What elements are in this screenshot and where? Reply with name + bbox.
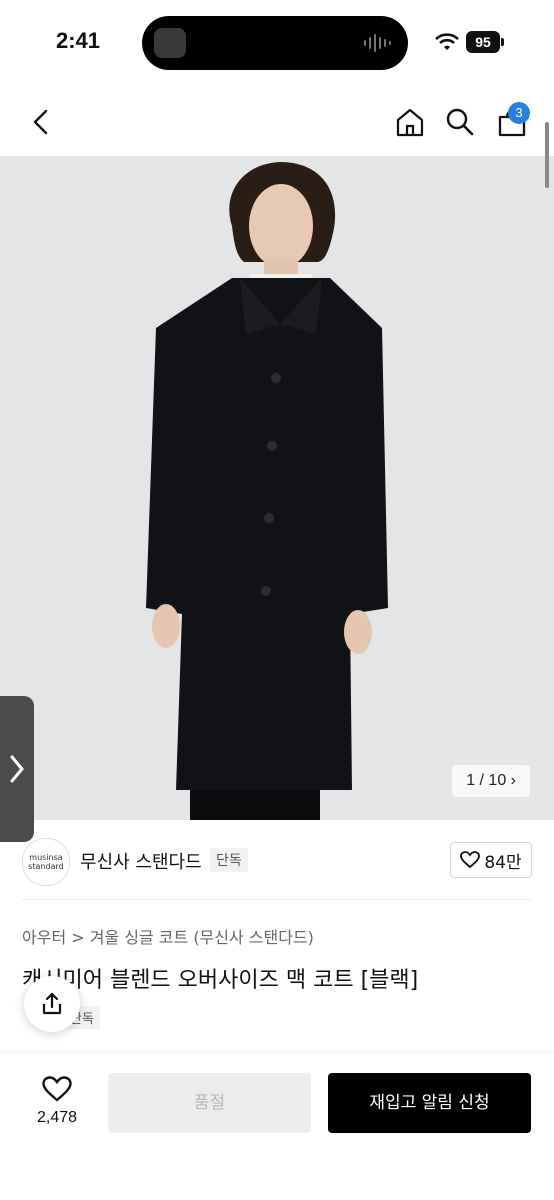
island-app-icon (154, 28, 186, 58)
product-title: 캐시미어 블렌드 오버사이즈 맥 코트 [블랙] (22, 968, 419, 993)
cart-count-badge: 3 (508, 102, 530, 124)
brand-exclusive-badge: 단독 (210, 848, 248, 872)
restock-alert-button[interactable]: 재입고 알림 신청 (328, 1073, 531, 1133)
coat-model-illustration (0, 156, 554, 820)
share-button[interactable] (24, 976, 80, 1032)
brand-logo[interactable]: musinsa standard (22, 838, 70, 886)
product-image[interactable] (0, 156, 554, 820)
bottom-action-bar: 2,478 품절 재입고 알림 신청 (0, 1054, 554, 1200)
brand-logo-line2: standard (28, 862, 64, 871)
brand-name[interactable]: 무신사 스탠다드 (80, 848, 202, 874)
wishlist-button[interactable]: 2,478 (28, 1076, 86, 1127)
status-bar: 2:41 95 (0, 0, 554, 88)
home-button[interactable] (390, 102, 430, 142)
brand-like-count: 84만 (484, 852, 522, 873)
chevron-left-icon (33, 109, 48, 135)
wishlist-count: 2,478 (36, 1109, 78, 1126)
home-icon (396, 108, 424, 137)
back-button[interactable] (22, 102, 62, 142)
chevron-right-icon (10, 755, 24, 783)
heart-icon (42, 1076, 72, 1102)
share-icon (42, 992, 62, 1015)
battery-tip (501, 38, 504, 46)
image-counter[interactable]: 1 / 10 › (452, 765, 530, 797)
scrollbar[interactable] (545, 122, 549, 188)
top-nav (0, 88, 554, 156)
dynamic-island (142, 16, 408, 70)
sold-out-button: 품절 (108, 1073, 311, 1133)
brand-row: musinsa standard 무신사 스탠다드 단독 84만 (0, 820, 554, 900)
heart-icon (460, 851, 481, 869)
wifi-icon (435, 33, 459, 50)
brand-like-button[interactable]: 84만 (450, 842, 532, 878)
brand-logo-line1: musinsa (29, 853, 63, 862)
search-icon (446, 108, 474, 136)
divider (22, 899, 532, 900)
battery-icon: 95 (466, 31, 500, 53)
search-button[interactable] (440, 102, 480, 142)
category-breadcrumb[interactable]: 아우터 > 겨울 싱글 코트 (무신사 스탠다드) (22, 924, 314, 948)
status-time: 2:41 (56, 28, 101, 53)
audio-wave-icon (364, 34, 391, 52)
